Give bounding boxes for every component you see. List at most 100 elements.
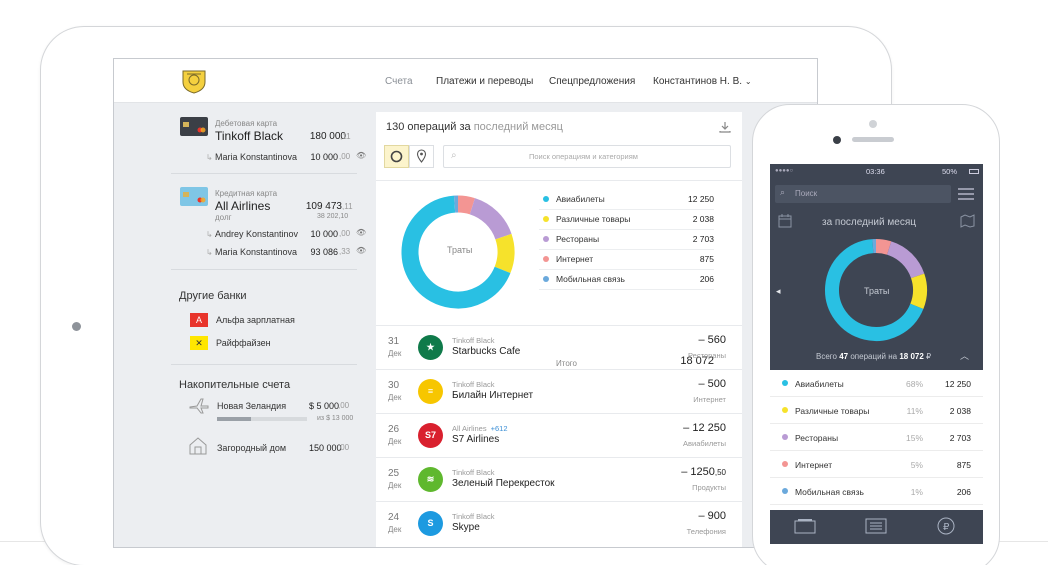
debit-card-icon [180,117,208,136]
legend-value: 12 250 [688,194,714,204]
operations-period[interactable]: последний месяц [474,121,563,133]
transaction-category: Интернет [693,395,726,404]
phone-category-row[interactable]: Рестораны 15% 2 703 [770,424,983,451]
credit-card-amount: 109 473 [305,201,342,212]
operations-search[interactable]: ⌕ Поиск операциям и категориям [443,145,731,168]
legend-row[interactable]: Различные товары 2 038 [539,210,714,230]
calendar-icon[interactable] [778,214,792,228]
operations-title: 130 операций за последний месяц [386,121,563,133]
transaction-row[interactable]: 25 Дек ≋ Tinkoff Black Зеленый Перекресток – … [376,457,742,501]
search-icon: ⌕ [451,150,457,161]
nav-payments[interactable]: Платежи и переводы [436,76,533,87]
transaction-day: 26 [388,424,400,435]
source-name: Tinkoff Black [452,336,495,345]
savings-progress-bar [217,417,307,421]
savings-name: Загородный дом [217,443,287,453]
category-percent: 15% [905,433,923,443]
summary-currency: ₽ [926,352,932,361]
legend-row[interactable]: Интернет 875 [539,250,714,270]
operations-panel: 130 операций за последний месяц ⌕ Поиск … [376,112,742,547]
map-view-toggle[interactable] [409,145,434,168]
category-percent: 68% [905,379,923,389]
collapse-icon[interactable]: ︿ [960,349,969,362]
amount-value: – 560 [698,334,726,346]
phone-donut-slice[interactable] [886,241,925,279]
nav-accounts[interactable]: Счета [385,76,413,87]
signal-icon: ●●●●○ [775,168,794,174]
category-percent: 11% [906,406,923,416]
search-icon: ⌕ [780,187,786,197]
phone-category-row[interactable]: Интернет 5% 875 [770,451,983,478]
eye-icon[interactable]: 👁 [356,246,366,255]
eye-icon[interactable]: 👁 [356,151,366,160]
nav-offers[interactable]: Спецпредложения [549,76,635,87]
user-name: Константинов Н. В. [653,76,743,87]
phone-donut-slice[interactable] [875,239,892,255]
legend-swatch [543,216,549,222]
other-banks-title: Другие банки [179,290,247,302]
sub-arrow-icon: ↳ [206,230,213,239]
credit-card-name: All Airlines [215,199,271,213]
category-name: Авиабилеты [795,379,844,389]
phone-category-row[interactable]: Авиабилеты 68% 12 250 [770,370,983,397]
transaction-amount: – 900 [698,510,726,522]
transaction-row[interactable]: 30 Дек ≡ Tinkoff Black Билайн Интернет – 500 И… [376,369,742,413]
category-percent: 1% [910,487,923,497]
legend-row[interactable]: Авиабилеты 12 250 [539,190,714,210]
category-name: Рестораны [795,433,839,443]
tablet-camera [72,322,81,331]
cards-tab-icon[interactable] [794,518,816,534]
donut-center-label: Траты [447,245,473,255]
download-icon[interactable] [719,121,731,133]
search-placeholder: Поиск операциям и категориям [529,152,638,161]
transaction-category: Рестораны [688,351,726,360]
raiffeisen-icon: ✕ [190,336,208,350]
debt-amount: 38 202,10 [317,213,349,220]
phone-speaker [852,137,894,142]
transaction-source: Tinkoff Black [452,512,495,521]
transaction-row[interactable]: 31 Дек ★ Tinkoff Black Starbucks Cafe – 560 Ре… [376,325,742,369]
transaction-row[interactable]: 26 Дек S7 All Airlines +612 S7 Airlines – 12 2… [376,413,742,457]
donut-slice[interactable] [457,195,475,215]
accounts-sidebar: Дебетовая карта Tinkoff Black 180 000 ,1… [114,103,376,547]
transaction-source: Tinkoff Black [452,336,495,345]
legend-row[interactable]: Мобильная связь 206 [539,270,714,290]
sub-arrow-icon: ↳ [206,153,213,162]
phone-donut-slice[interactable] [910,273,927,309]
savings-progress-fill [217,417,252,421]
debit-holder-name: Maria Konstantinova [215,152,298,162]
merchant-logo-icon: ≋ [418,467,443,492]
transaction-amount: – 12 250 [683,422,726,434]
amount-value: – 900 [698,510,726,522]
payments-tab-icon[interactable]: ₽ [936,516,956,536]
donut-slice[interactable] [494,233,515,274]
transaction-day: 25 [388,468,400,479]
map-icon[interactable] [960,213,975,228]
category-swatch [782,380,788,386]
menu-icon[interactable] [958,188,975,200]
donut-slice[interactable] [469,198,512,240]
phone-category-row[interactable]: Различные товары 11% 2 038 [770,397,983,424]
transaction-category: Продукты [692,483,726,492]
phone-category-row[interactable]: Мобильная связь 1% 206 [770,478,983,505]
legend-label: Авиабилеты [556,194,605,204]
eye-icon[interactable]: 👁 [356,228,366,237]
list-tab-icon[interactable] [865,518,887,534]
legend-row[interactable]: Рестораны 2 703 [539,230,714,250]
amount-value: – 12 250 [683,422,726,434]
transaction-row[interactable]: 24 Дек S Tinkoff Black Skype – 900 Телефония [376,501,742,545]
battery-icon [969,169,979,174]
transaction-month: Дек [388,393,402,402]
chart-view-toggle[interactable] [384,145,409,168]
amount-dec: ,50 [714,468,726,477]
phone-search[interactable]: ⌕ Поиск [775,185,951,203]
merchant-name: S7 Airlines [452,434,500,445]
prev-arrow-icon[interactable]: ◂ [776,286,781,297]
savings-amount-dec: ,00 [338,443,350,452]
phone-period[interactable]: за последний месяц [822,217,916,228]
transaction-month: Дек [388,437,402,446]
bank-name: Альфа зарплатная [216,315,295,325]
credit-card-type: Кредитная карта [215,189,278,198]
phone-screen: ●●●●○ 03:36 50% ⌕ Поиск за последний мес… [770,164,983,544]
nav-user[interactable]: Константинов Н. В. ⌄ [653,76,752,87]
